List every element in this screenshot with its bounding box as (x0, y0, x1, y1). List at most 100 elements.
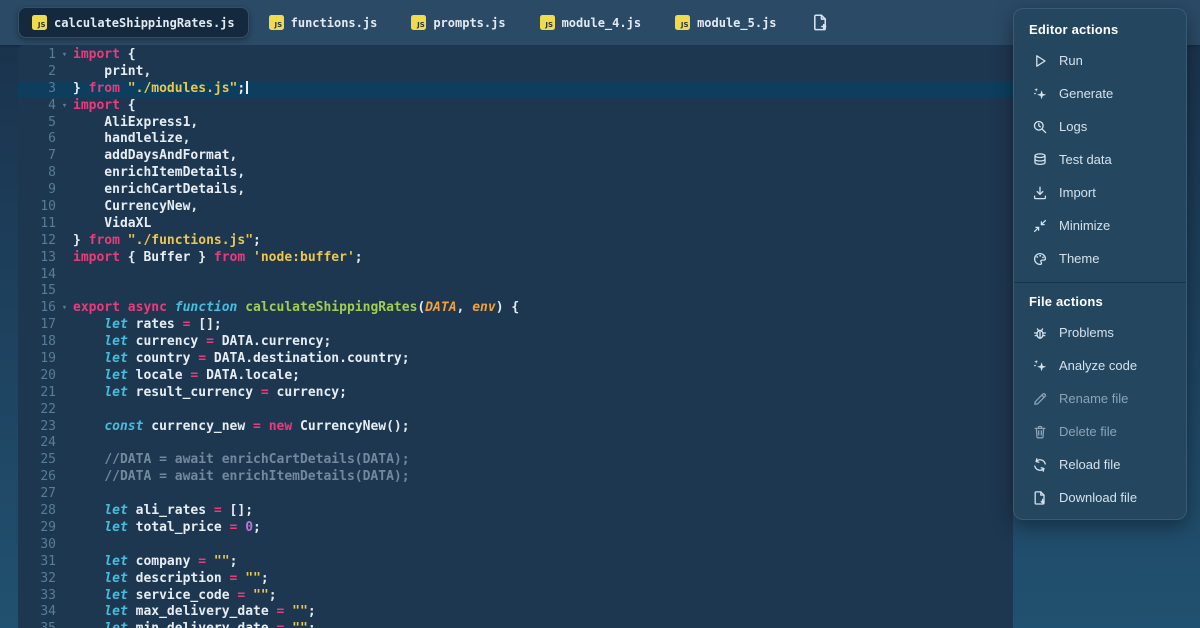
line-number: 17 (18, 317, 56, 334)
code-editor[interactable]: 1▾import {2 print,3} from "./modules.js"… (18, 45, 1013, 628)
tab-label: calculateShippingRates.js (54, 16, 235, 30)
code-text: import { Buffer } from 'node:buffer'; (73, 250, 1013, 267)
line-number: 14 (18, 267, 56, 284)
menu-item-reload-file[interactable]: Reload file (1014, 448, 1186, 481)
line-number: 6 (18, 131, 56, 148)
code-line: 31 let company = ""; (18, 554, 1013, 571)
code-line: 4▾import { (18, 98, 1013, 115)
menu-item-import[interactable]: Import (1014, 176, 1186, 209)
code-lines: 1▾import {2 print,3} from "./modules.js"… (18, 47, 1013, 628)
section-divider (1014, 282, 1186, 283)
menu-item-problems[interactable]: Problems (1014, 316, 1186, 349)
line-number: 9 (18, 182, 56, 199)
tab-module_4-js[interactable]: JS module_4.js (526, 7, 655, 38)
fold-gutter (56, 115, 73, 132)
fold-gutter (56, 621, 73, 628)
tab-label: module_4.js (562, 16, 641, 30)
line-number: 2 (18, 64, 56, 81)
fold-arrow-icon[interactable]: ▾ (56, 300, 73, 317)
menu-item-rename-file[interactable]: Rename file (1014, 382, 1186, 415)
actions-panel: Editor actions RunGenerateLogs Test data Im… (1013, 8, 1187, 520)
fold-gutter (56, 216, 73, 233)
minimize-icon (1032, 218, 1048, 234)
menu-item-logs[interactable]: Logs (1014, 110, 1186, 143)
tab-label: prompts.js (433, 16, 505, 30)
code-line: 12} from "./functions.js"; (18, 233, 1013, 250)
tab-calculateshippingrates-js[interactable]: JScalculateShippingRates.js (18, 7, 249, 38)
pencil-icon (1032, 391, 1048, 407)
section-title: Editor actions (1014, 22, 1186, 37)
menu-item-delete-file[interactable]: Delete file (1014, 415, 1186, 448)
palette-icon (1032, 251, 1048, 267)
js-file-icon: JS (675, 15, 690, 30)
code-text: let locale = DATA.locale; (73, 368, 1013, 385)
fold-arrow-icon[interactable]: ▾ (56, 47, 73, 64)
code-line: 22 (18, 402, 1013, 419)
bug-icon (1032, 325, 1048, 341)
code-text (73, 486, 1013, 503)
line-number: 35 (18, 621, 56, 628)
import-icon (1032, 185, 1048, 201)
fold-arrow-icon[interactable]: ▾ (56, 98, 73, 115)
line-number: 19 (18, 351, 56, 368)
line-number: 25 (18, 452, 56, 469)
fold-gutter (56, 435, 73, 452)
code-line: 1▾import { (18, 47, 1013, 64)
line-number: 30 (18, 537, 56, 554)
tab-functions-js[interactable]: JSfunctions.js (255, 7, 392, 38)
tab-list: JScalculateShippingRates.jsJSfunctions.j… (18, 7, 797, 38)
menu-item-run[interactable]: Run (1014, 44, 1186, 77)
new-file-button[interactable] (809, 11, 832, 34)
code-line: 27 (18, 486, 1013, 503)
text-cursor (246, 81, 248, 94)
code-text (73, 537, 1013, 554)
line-number: 11 (18, 216, 56, 233)
code-line: 15 (18, 283, 1013, 300)
menu-item-generate[interactable]: Generate (1014, 77, 1186, 110)
tab-label: functions.js (291, 16, 378, 30)
code-line: 6 handlelize, (18, 131, 1013, 148)
code-line: 21 let result_currency = currency; (18, 385, 1013, 402)
code-line: 17 let rates = []; (18, 317, 1013, 334)
code-text: const currency_new = new CurrencyNew(); (73, 419, 1013, 436)
fold-gutter (56, 81, 73, 98)
code-text: import { (73, 98, 1013, 115)
code-line: 24 (18, 435, 1013, 452)
code-line: 18 let currency = DATA.currency; (18, 334, 1013, 351)
line-number: 16 (18, 300, 56, 317)
menu-item-test-data[interactable]: Test data (1014, 143, 1186, 176)
code-line: 34 let max_delivery_date = ""; (18, 604, 1013, 621)
section-title: File actions (1014, 294, 1186, 309)
menu-item-download-file[interactable]: Download file (1014, 481, 1186, 514)
menu-item-minimize[interactable]: Minimize (1014, 209, 1186, 242)
line-number: 31 (18, 554, 56, 571)
fold-gutter (56, 317, 73, 334)
tab-prompts-js[interactable]: JSprompts.js (397, 7, 519, 38)
code-line: 2 print, (18, 64, 1013, 81)
line-number: 7 (18, 148, 56, 165)
fold-gutter (56, 368, 73, 385)
line-number: 13 (18, 250, 56, 267)
code-text: enrichCartDetails, (73, 182, 1013, 199)
fold-gutter (56, 351, 73, 368)
code-text: //DATA = await enrichItemDetails(DATA); (73, 469, 1013, 486)
code-text: let min_delivery_date = ""; (73, 621, 1013, 628)
menu-item-label: Test data (1059, 152, 1112, 167)
code-text: let max_delivery_date = ""; (73, 604, 1013, 621)
code-text: VidaXL (73, 216, 1013, 233)
code-text: } from "./modules.js"; (73, 81, 1013, 98)
menu-item-analyze-code[interactable]: Analyze code (1014, 349, 1186, 382)
code-line: 19 let country = DATA.destination.countr… (18, 351, 1013, 368)
menu-item-label: Download file (1059, 490, 1137, 505)
line-number: 21 (18, 385, 56, 402)
line-number: 29 (18, 520, 56, 537)
menu-item-label: Analyze code (1059, 358, 1137, 373)
fold-gutter (56, 148, 73, 165)
fold-gutter (56, 571, 73, 588)
tab-module_5-js[interactable]: JSmodule_5.js (661, 7, 790, 38)
code-line: 32 let description = ""; (18, 571, 1013, 588)
fold-gutter (56, 604, 73, 621)
line-number: 34 (18, 604, 56, 621)
js-file-icon: JS (540, 15, 555, 30)
menu-item-theme[interactable]: Theme (1014, 242, 1186, 275)
